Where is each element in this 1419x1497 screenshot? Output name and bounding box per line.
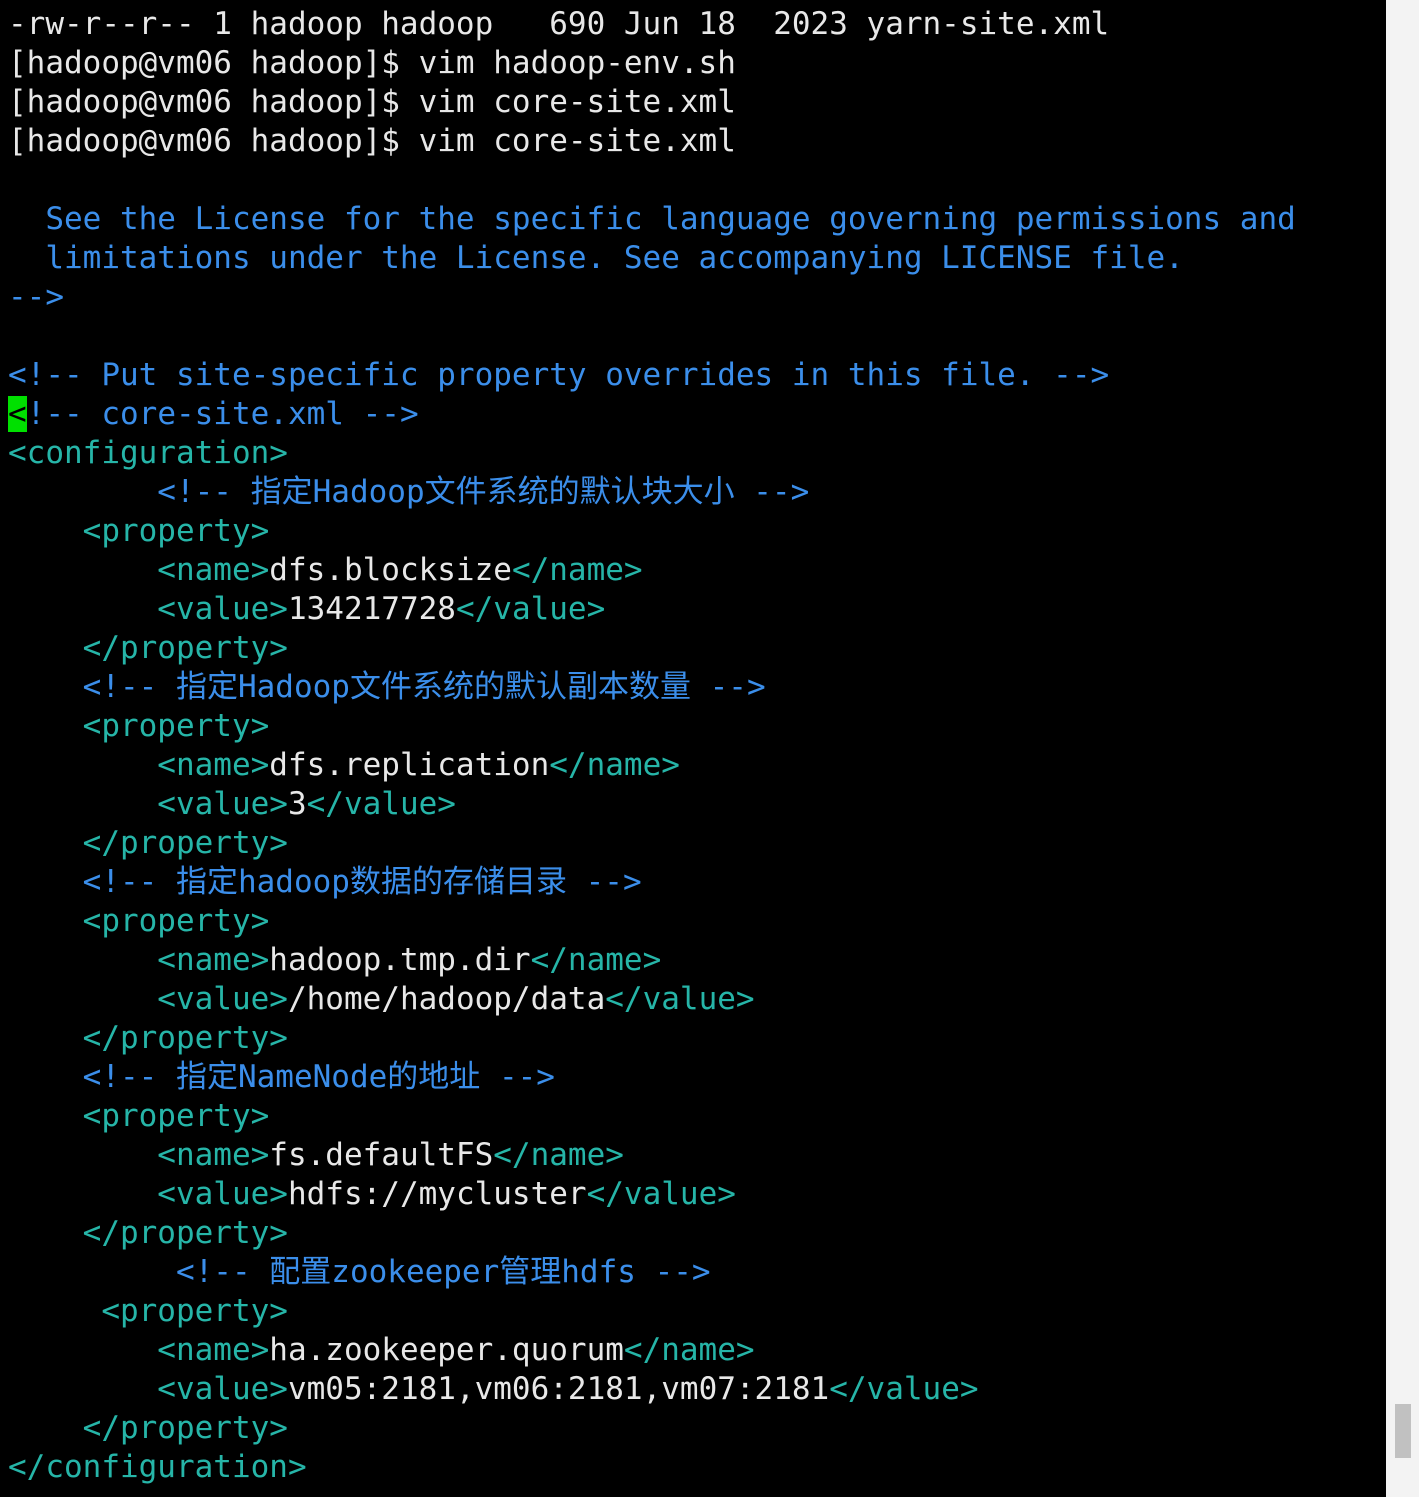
terminal-text: hdfs://mycluster — [287, 1176, 587, 1212]
vertical-scrollbar[interactable] — [1386, 0, 1419, 1497]
terminal-text: <!-- 指定Hadoop文件系统的默认块大小 --> — [8, 474, 810, 510]
terminal-line: limitations under the License. See accom… — [8, 239, 1184, 278]
terminal-line: <name>dfs.blocksize</name> — [8, 551, 643, 590]
terminal-text: limitations under the License. See accom… — [8, 240, 1184, 276]
terminal-line: <name>hadoop.tmp.dir</name> — [8, 941, 661, 980]
terminal-text: <property> — [8, 1293, 288, 1329]
terminal-line: <!-- 配置zookeeper管理hdfs --> — [8, 1253, 711, 1292]
terminal-line: <property> — [8, 902, 270, 941]
terminal-text: <!-- 指定NameNode的地址 --> — [8, 1059, 555, 1095]
terminal-text: <value> — [8, 981, 288, 1017]
terminal-text: </property> — [8, 1410, 288, 1446]
terminal-text: </value> — [455, 591, 606, 627]
terminal-line: <property> — [8, 1097, 270, 1136]
terminal-line: <property> — [8, 1292, 288, 1331]
terminal-line: <!-- 指定Hadoop文件系统的默认副本数量 --> — [8, 668, 766, 707]
terminal-line: -rw-r--r-- 1 hadoop hadoop 690 Jun 18 20… — [8, 5, 1109, 44]
terminal-line: [hadoop@vm06 hadoop]$ vim core-site.xml — [8, 122, 736, 161]
terminal-text: --> — [8, 279, 64, 315]
terminal-text: </name> — [623, 1332, 755, 1368]
terminal-text: </name> — [511, 552, 643, 588]
terminal-line: <value>vm05:2181,vm06:2181,vm07:2181</va… — [8, 1370, 979, 1409]
terminal-line: </property> — [8, 824, 288, 863]
terminal-text: <name> — [8, 1332, 270, 1368]
terminal-text: <name> — [8, 747, 270, 783]
terminal-text: [hadoop@vm06 hadoop]$ vim core-site.xml — [8, 84, 736, 120]
terminal-line: <!-- Put site-specific property override… — [8, 356, 1109, 395]
terminal-text: <name> — [8, 1137, 270, 1173]
terminal-text: </configuration> — [8, 1449, 307, 1485]
terminal-line: [hadoop@vm06 hadoop]$ vim core-site.xml — [8, 83, 736, 122]
terminal-line: --> — [8, 278, 64, 317]
terminal-text: </value> — [829, 1371, 979, 1407]
terminal-text: <!-- 指定hadoop数据的存储目录 --> — [8, 864, 642, 900]
terminal-line: <value>hdfs://mycluster</value> — [8, 1175, 736, 1214]
terminal-line: <property> — [8, 707, 270, 746]
terminal-text: -rw-r--r-- 1 hadoop hadoop 690 Jun 18 20… — [8, 6, 1110, 42]
terminal-text: fs.defaultFS — [269, 1137, 494, 1173]
terminal-window[interactable]: -rw-r--r-- 1 hadoop hadoop 690 Jun 18 20… — [0, 0, 1386, 1497]
terminal-line: <!-- 指定Hadoop文件系统的默认块大小 --> — [8, 473, 809, 512]
terminal-text: <value> — [8, 1371, 288, 1407]
terminal-line: <!-- 指定hadoop数据的存储目录 --> — [8, 863, 642, 902]
terminal-text: <name> — [8, 942, 270, 978]
terminal-text: 134217728 — [287, 591, 456, 627]
terminal-text: See the License for the specific languag… — [8, 201, 1296, 237]
terminal-line: </property> — [8, 629, 288, 668]
terminal-text: hadoop.tmp.dir — [269, 942, 531, 978]
terminal-text: </property> — [8, 630, 288, 666]
terminal-text: </property> — [8, 825, 288, 861]
terminal-text: <value> — [8, 591, 288, 627]
terminal-text: [hadoop@vm06 hadoop]$ vim hadoop-env.sh — [8, 45, 736, 81]
terminal-line: <!-- core-site.xml --> — [8, 395, 419, 434]
terminal-text: </name> — [549, 747, 680, 783]
terminal-text: <property> — [8, 903, 270, 939]
terminal-line: [hadoop@vm06 hadoop]$ vim hadoop-env.sh — [8, 44, 736, 83]
terminal-line: </property> — [8, 1409, 288, 1448]
terminal-line: </property> — [8, 1019, 288, 1058]
terminal-line: <name>fs.defaultFS</name> — [8, 1136, 624, 1175]
terminal-text: </property> — [8, 1215, 288, 1251]
terminal-text: <property> — [8, 1098, 270, 1134]
terminal-line: See the License for the specific languag… — [8, 200, 1296, 239]
terminal-line: <name>dfs.replication</name> — [8, 746, 680, 785]
terminal-text: 3 — [287, 786, 307, 822]
terminal-line: <name>ha.zookeeper.quorum</name> — [8, 1331, 755, 1370]
terminal-text: ha.zookeeper.quorum — [269, 1332, 624, 1368]
terminal-text: <property> — [8, 708, 270, 744]
text-cursor: < — [8, 396, 27, 432]
terminal-text: <configuration> — [8, 435, 288, 471]
terminal-line: <configuration> — [8, 434, 288, 473]
terminal-text: [hadoop@vm06 hadoop]$ vim core-site.xml — [8, 123, 736, 159]
terminal-text: </property> — [8, 1020, 288, 1056]
terminal-line: </configuration> — [8, 1448, 307, 1487]
scrollbar-thumb[interactable] — [1395, 1404, 1411, 1458]
terminal-text: <value> — [8, 786, 288, 822]
terminal-text: <value> — [8, 1176, 288, 1212]
terminal-text: <!-- 配置zookeeper管理hdfs --> — [8, 1254, 711, 1290]
terminal-text: <property> — [8, 513, 270, 549]
terminal-line: <value>134217728</value> — [8, 590, 605, 629]
terminal-text: </name> — [493, 1137, 624, 1173]
terminal-line: <value>3</value> — [8, 785, 456, 824]
terminal-text: <name> — [8, 552, 270, 588]
terminal-text: !-- core-site.xml --> — [26, 396, 419, 432]
terminal-text: vm05:2181,vm06:2181,vm07:2181 — [287, 1371, 830, 1407]
terminal-text: </value> — [306, 786, 456, 822]
terminal-text: <!-- Put site-specific property override… — [8, 357, 1110, 393]
terminal-line: <property> — [8, 512, 270, 551]
terminal-text: </value> — [586, 1176, 736, 1212]
terminal-line: <!-- 指定NameNode的地址 --> — [8, 1058, 555, 1097]
terminal-text: </name> — [530, 942, 662, 978]
terminal-line: </property> — [8, 1214, 288, 1253]
terminal-text: dfs.replication — [269, 747, 550, 783]
terminal-text: <!-- 指定Hadoop文件系统的默认副本数量 --> — [8, 669, 766, 705]
terminal-text: </value> — [605, 981, 755, 1017]
terminal-text: /home/hadoop/data — [287, 981, 606, 1017]
terminal-line: <value>/home/hadoop/data</value> — [8, 980, 755, 1019]
terminal-text: dfs.blocksize — [269, 552, 512, 588]
